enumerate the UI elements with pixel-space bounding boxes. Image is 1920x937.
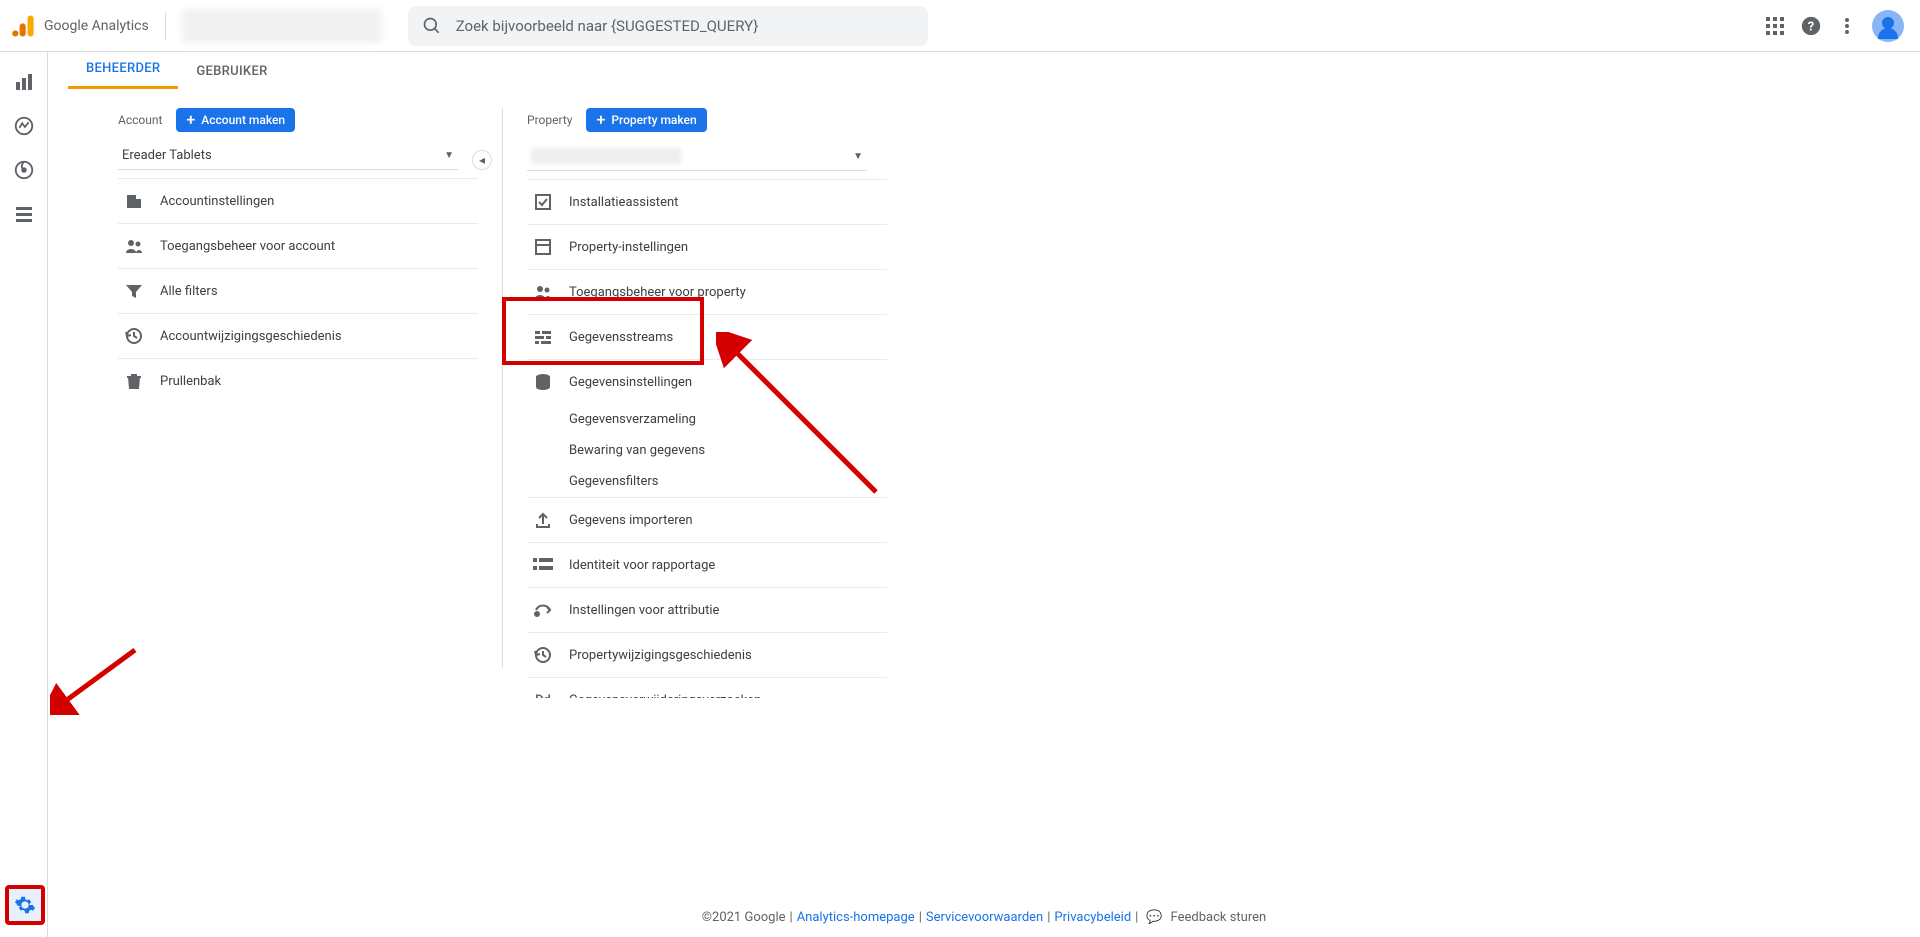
data-retention-item[interactable]: Bewaring van gegevens <box>569 435 887 466</box>
trash-item[interactable]: Prullenbak <box>118 358 478 403</box>
footer: ©2021 Google | Analytics-homepage | Serv… <box>48 897 1920 937</box>
property-history-item[interactable]: Propertywijzigingsgeschiedenis <box>527 632 887 677</box>
help-icon[interactable]: ? <box>1800 15 1822 37</box>
left-nav <box>0 52 48 937</box>
tab-admin[interactable]: BEHEERDER <box>68 52 178 89</box>
dd-icon: Dd <box>533 690 553 698</box>
data-streams-item[interactable]: Gegevensstreams <box>527 314 887 359</box>
feedback-icon: 💬 <box>1146 910 1162 925</box>
create-account-button[interactable]: +Account maken <box>176 108 295 132</box>
data-settings-subitems: Gegevensverzameling Bewaring van gegeven… <box>527 404 887 497</box>
search-icon <box>422 16 442 36</box>
header: Google Analytics ? <box>0 0 1920 52</box>
column-separator <box>502 108 503 668</box>
privacy-link[interactable]: Privacybeleid <box>1054 910 1131 925</box>
feedback-link[interactable]: Feedback sturen <box>1171 910 1267 925</box>
upload-icon <box>533 510 553 530</box>
more-icon[interactable] <box>1836 15 1858 37</box>
property-settings-item[interactable]: Property-instellingen <box>527 224 887 269</box>
setup-assistant-item[interactable]: Installatieassistent <box>527 179 887 224</box>
dropdown-arrow-icon: ▼ <box>444 150 454 161</box>
reports-icon[interactable] <box>12 70 36 94</box>
gear-icon[interactable] <box>13 893 37 917</box>
data-settings-item[interactable]: Gegevensinstellingen <box>527 359 887 404</box>
streams-icon <box>533 327 553 347</box>
attribution-settings-item[interactable]: Instellingen voor attributie <box>527 587 887 632</box>
history-icon <box>533 645 553 665</box>
import-data-item[interactable]: Gegevens importeren <box>527 497 887 542</box>
configure-icon[interactable] <box>12 202 36 226</box>
collapse-button[interactable]: ◂ <box>472 150 492 170</box>
reporting-identity-item[interactable]: Identiteit voor rapportage <box>527 542 887 587</box>
apps-icon[interactable] <box>1764 15 1786 37</box>
account-label: Account <box>118 113 162 127</box>
building-icon <box>124 191 144 211</box>
property-label: Property <box>527 113 572 127</box>
identity-icon <box>533 555 553 575</box>
header-actions: ? <box>1764 10 1904 42</box>
filter-icon <box>124 281 144 301</box>
people-icon <box>124 236 144 256</box>
data-filters-item[interactable]: Gegevensfilters <box>569 466 887 497</box>
property-access-item[interactable]: Toegangsbeheer voor property <box>527 269 887 314</box>
history-icon <box>124 326 144 346</box>
property-column: Property +Property maken ▼ Installatieas… <box>517 108 897 698</box>
plus-icon: + <box>596 112 605 128</box>
analytics-home-link[interactable]: Analytics-homepage <box>797 910 915 925</box>
admin-tabs: BEHEERDER GEBRUIKER <box>48 52 1920 90</box>
layout-icon <box>533 237 553 257</box>
data-collection-item[interactable]: Gegevensverzameling <box>569 404 887 435</box>
property-selector[interactable]: ▼ <box>527 142 867 171</box>
search-bar[interactable] <box>408 6 928 46</box>
account-access-item[interactable]: Toegangsbeheer voor account <box>118 223 478 268</box>
terms-link[interactable]: Servicevoorwaarden <box>926 910 1043 925</box>
account-avatar[interactable] <box>1872 10 1904 42</box>
checkbox-icon <box>533 192 553 212</box>
create-property-button[interactable]: +Property maken <box>586 108 706 132</box>
admin-panel: Account +Account maken Ereader Tablets▼ … <box>48 90 1920 730</box>
copyright-text: ©2021 Google <box>702 910 786 925</box>
admin-nav-highlight <box>5 885 45 925</box>
account-settings-item[interactable]: Accountinstellingen <box>118 178 478 223</box>
svg-text:?: ? <box>1808 19 1814 34</box>
property-name-blurred <box>531 148 681 164</box>
tab-user[interactable]: GEBRUIKER <box>178 54 285 89</box>
plus-icon: + <box>186 112 195 128</box>
account-column: Account +Account maken Ereader Tablets▼ … <box>108 108 488 730</box>
data-deletion-item[interactable]: DdGegevensverwijderingsverzoeken <box>527 677 887 698</box>
database-icon <box>533 372 553 392</box>
search-input[interactable] <box>456 17 914 35</box>
brand-text: Google Analytics <box>44 18 149 34</box>
explore-icon[interactable] <box>12 158 36 182</box>
all-filters-item[interactable]: Alle filters <box>118 268 478 313</box>
logo[interactable]: Google Analytics <box>10 12 149 40</box>
main-content: BEHEERDER GEBRUIKER Account +Account mak… <box>48 52 1920 937</box>
account-selector[interactable]: Ereader Tablets▼ <box>118 142 458 170</box>
attribution-icon <box>533 600 553 620</box>
account-history-item[interactable]: Accountwijzigingsgeschiedenis <box>118 313 478 358</box>
people-icon <box>533 282 553 302</box>
dropdown-arrow-icon: ▼ <box>853 151 863 162</box>
analytics-logo-icon <box>10 12 38 40</box>
divider <box>165 12 166 40</box>
property-selector-blurred[interactable] <box>182 9 382 43</box>
realtime-icon[interactable] <box>12 114 36 138</box>
trash-icon <box>124 371 144 391</box>
